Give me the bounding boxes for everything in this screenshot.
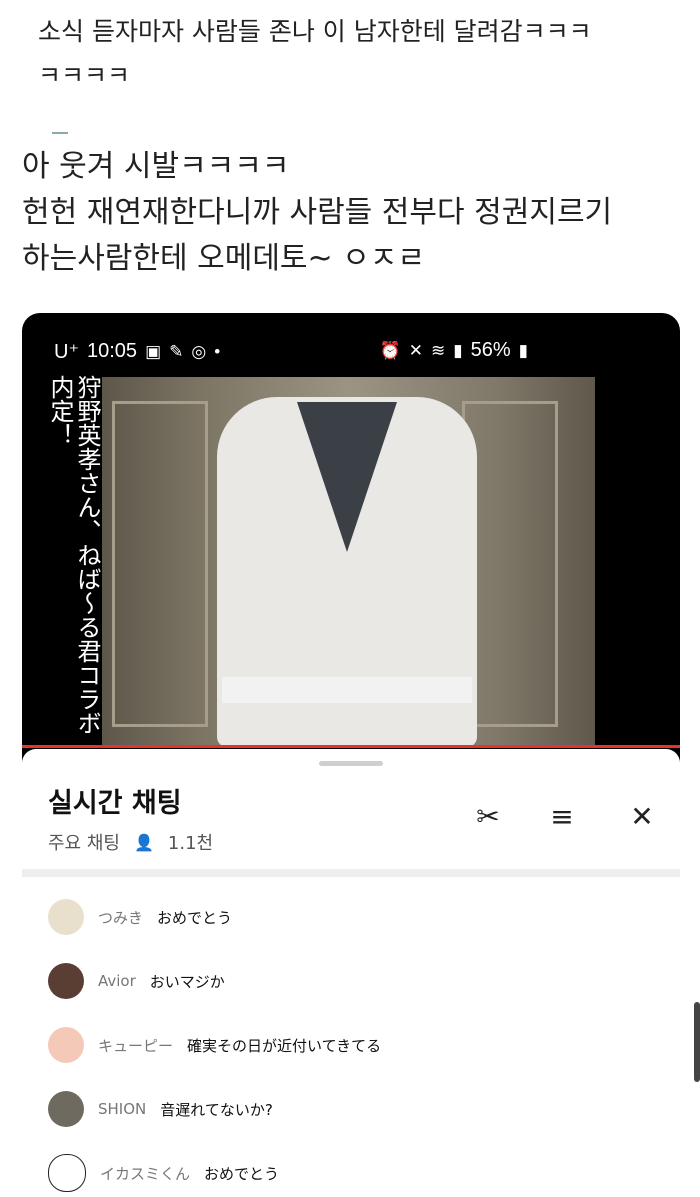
chat-message[interactable]: つみき おめでとう — [48, 895, 232, 939]
message-author: キューピー — [98, 1036, 174, 1055]
dot-icon: • — [214, 341, 221, 361]
carrier-label: U⁺ — [54, 341, 79, 363]
message-author: イカスミくん — [100, 1164, 191, 1183]
post-text-bottom: 아 웃겨 시발ㅋㅋㅋㅋ 헌헌 재연재한다니까 사람들 전부다 정권지르기 하는사… — [22, 144, 682, 282]
filter-icon[interactable]: ≡ — [542, 796, 582, 836]
scissors-icon[interactable]: ✂ — [468, 796, 508, 836]
video-player[interactable] — [102, 377, 595, 745]
chat-message[interactable]: キューピー 確実その日が近付いてきてる — [48, 1023, 381, 1067]
avatar — [48, 1091, 84, 1127]
post-line-4: 헌헌 재연재한다니까 사람들 전부다 정권지르기 — [22, 195, 613, 230]
post-line-5: 하는사람한테 오메데토~ ㅇㅈㄹ — [22, 241, 426, 276]
drag-handle[interactable] — [319, 761, 383, 766]
message-text: 音遅れてないか? — [160, 1100, 273, 1119]
chat-message[interactable]: Avior おいマジか — [48, 959, 225, 1003]
avatar — [48, 1027, 84, 1063]
avatar — [48, 1154, 86, 1192]
message-text: おめでとう — [157, 908, 233, 927]
mic-icon: ✎ — [169, 341, 184, 361]
instagram-icon: ◎ — [191, 341, 207, 361]
video-progress-bar[interactable] — [22, 745, 680, 748]
post-line-1: 소식 듣자마자 사람들 존나 이 남자한테 달려감ㅋㅋㅋ — [38, 17, 592, 46]
message-text: おめでとう — [204, 1164, 280, 1183]
person-icon: 👤 — [133, 832, 154, 852]
battery-label: 56% — [470, 339, 511, 361]
robe-belt — [222, 677, 472, 703]
battery-icon: ▮ — [518, 340, 528, 360]
live-chat-panel: 실시간 채팅 주요 채팅 👤 1.1천 ✂ ≡ ✕ つみき おめでとう Avio… — [22, 749, 680, 1197]
video-caption: 狩野英孝さん、ねば〜る君コラボ内定！ — [46, 375, 101, 735]
chat-message[interactable]: イカスミくん おめでとう — [48, 1151, 279, 1195]
phone-screenshot: U⁺ 10:05 ▣ ✎ ◎ • ⏰ ✕ ≋ ▮ 56% ▮ 狩野英孝さん、ねば… — [22, 313, 680, 1197]
message-text: 確実その日が近付いてきてる — [187, 1036, 382, 1055]
status-bar: U⁺ 10:05 ▣ ✎ ◎ • ⏰ ✕ ≋ ▮ 56% ▮ — [22, 313, 680, 375]
avatar — [48, 899, 84, 935]
alarm-icon: ⏰ — [379, 340, 401, 360]
mute-icon: ✕ — [408, 340, 423, 360]
image-icon: ▣ — [145, 341, 162, 361]
close-icon[interactable]: ✕ — [622, 796, 662, 836]
signal-icon: ▮ — [453, 340, 463, 360]
chat-mode-selector[interactable]: 주요 채팅 — [48, 829, 120, 855]
message-author: SHION — [98, 1100, 147, 1118]
background-door — [112, 401, 208, 727]
divider-dash — [52, 132, 68, 134]
post-text-top: 소식 듣자마자 사람들 존나 이 남자한테 달려감ㅋㅋㅋ ㅋㅋㅋㅋ — [38, 10, 668, 98]
chat-title: 실시간 채팅 — [48, 788, 182, 819]
wifi-icon: ≋ — [431, 340, 446, 360]
message-text: おいマジか — [149, 972, 225, 991]
avatar — [48, 963, 84, 999]
chat-message[interactable]: SHION 音遅れてないか? — [48, 1087, 273, 1131]
chat-divider — [22, 869, 680, 877]
post-line-2: ㅋㅋㅋㅋ — [38, 61, 131, 90]
chat-subtitle: 주요 채팅 👤 1.1천 — [48, 829, 213, 855]
message-author: つみき — [98, 908, 144, 927]
message-author: Avior — [98, 972, 136, 990]
viewer-count: 1.1천 — [167, 833, 214, 854]
time-label: 10:05 — [87, 340, 138, 362]
page-scrollbar[interactable] — [694, 1002, 700, 1082]
post-line-3: 아 웃겨 시발ㅋㅋㅋㅋ — [22, 149, 290, 184]
